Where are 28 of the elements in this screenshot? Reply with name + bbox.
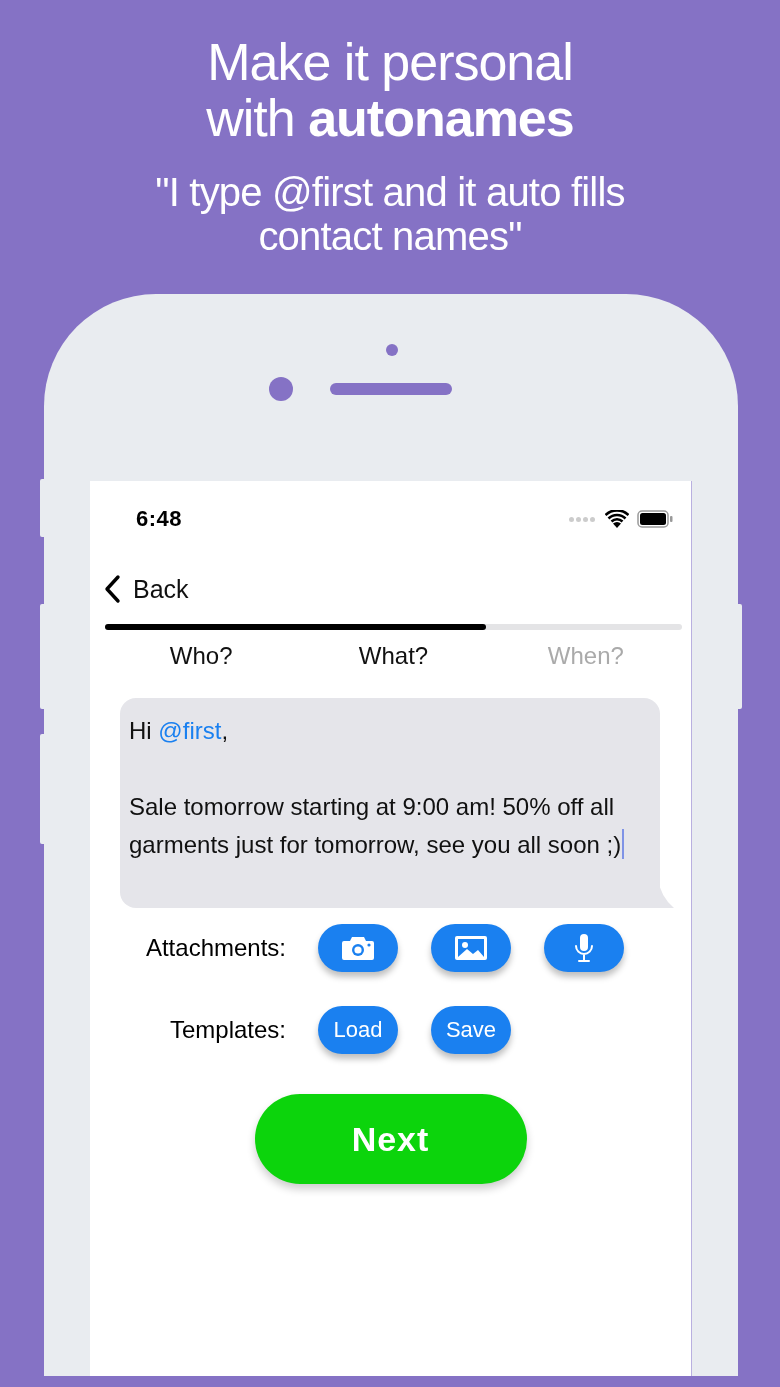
wifi-icon <box>605 510 629 528</box>
battery-icon <box>637 510 673 528</box>
signal-icon <box>569 516 597 522</box>
quote-text: "I type @first and it auto fills <box>155 170 625 214</box>
microphone-icon <box>573 933 595 963</box>
image-icon <box>454 935 488 961</box>
load-button[interactable]: Load <box>318 1006 398 1054</box>
next-button[interactable]: Next <box>254 1094 527 1184</box>
camera-lens <box>269 377 293 401</box>
camera-button[interactable] <box>318 924 398 972</box>
templates-label: Templates: <box>169 1016 286 1044</box>
microphone-button[interactable] <box>544 924 624 972</box>
step-label: Who? <box>169 642 233 670</box>
attachments-label: Attachments: <box>145 934 286 962</box>
text-cursor <box>622 829 625 859</box>
headline: with autonames <box>206 90 574 146</box>
status-time: 6:48 <box>136 506 183 532</box>
quote-text: contact names" <box>258 214 522 258</box>
sensor-dot <box>386 344 398 356</box>
headline: Make it personal <box>207 34 573 90</box>
back-button[interactable]: Back <box>103 574 189 604</box>
camera-icon <box>341 935 375 961</box>
message-field[interactable]: Hi @first, Sale tomorrow starting at 9:00 am! 50% off all garments just for tomorrow, see you all soon ;) <box>120 698 660 908</box>
chevron-icon <box>103 574 121 604</box>
save-button[interactable]: Save <box>431 1006 511 1054</box>
step-label: What? <box>358 642 429 670</box>
step-label: When? <box>547 642 624 670</box>
image-button[interactable] <box>431 924 511 972</box>
